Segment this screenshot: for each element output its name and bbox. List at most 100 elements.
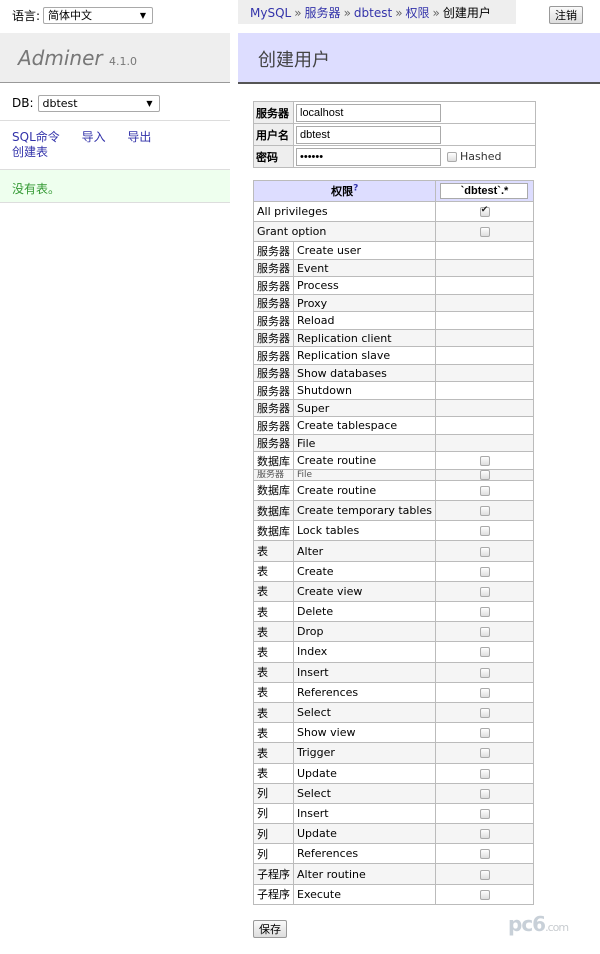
privilege-name: Super: [292, 398, 437, 418]
help-link[interactable]: ?: [353, 183, 358, 193]
breadcrumb-server[interactable]: 服务器: [305, 6, 341, 20]
privilege-row: 数据库 Create temporary tables: [253, 500, 534, 522]
privilege-checkbox[interactable]: [479, 788, 490, 799]
server-input[interactable]: localhost: [296, 103, 441, 122]
privilege-category: 子程序: [253, 883, 294, 905]
privilege-category: 表: [253, 600, 294, 623]
privilege-row: 表 Create: [253, 560, 534, 582]
privilege-category: 表: [253, 621, 294, 643]
privilege-row: 服务器 Replication client: [253, 328, 534, 348]
privilege-checkbox[interactable]: [479, 768, 490, 779]
privilege-category: 数据库: [253, 479, 294, 502]
app-logo[interactable]: Adminer 4.1.0: [18, 46, 137, 70]
language-select[interactable]: 简体中文 ▼: [43, 6, 154, 24]
privilege-category: 表: [253, 661, 294, 683]
privilege-category: 数据库: [253, 451, 294, 470]
privilege-checkbox[interactable]: [479, 506, 490, 517]
privilege-checkbox[interactable]: [479, 808, 490, 819]
privilege-checkbox[interactable]: [479, 205, 490, 218]
privilege-checkbox[interactable]: [479, 546, 490, 557]
watermark-domain: .com: [545, 921, 569, 934]
username-label: 用户名: [253, 123, 294, 146]
breadcrumb-privileges[interactable]: 权限: [406, 6, 430, 20]
privilege-name: Process: [292, 276, 437, 295]
privilege-checkbox[interactable]: [479, 748, 490, 759]
privilege-name: Create: [292, 560, 437, 582]
no-tables-message: 没有表。: [0, 169, 230, 203]
privilege-name: Create view: [292, 580, 437, 603]
privilege-checkbox[interactable]: [479, 566, 490, 577]
export-link[interactable]: 导出: [127, 130, 151, 144]
privilege-category: 数据库: [253, 500, 294, 522]
sql-command-link[interactable]: SQL命令: [12, 130, 60, 144]
logout-button[interactable]: 注销: [549, 6, 583, 24]
breadcrumb-mysql[interactable]: MySQL: [250, 6, 291, 20]
privilege-checkbox[interactable]: [479, 708, 490, 719]
privilege-category: 表: [253, 560, 294, 582]
hashed-checkbox[interactable]: [447, 151, 457, 162]
db-select[interactable]: dbtest ▼: [37, 94, 160, 112]
privilege-checkbox[interactable]: [479, 829, 490, 840]
privilege-checkbox[interactable]: [479, 627, 490, 638]
password-row: 密码 •••••• Hashed: [253, 145, 536, 168]
privilege-name: Show databases: [292, 363, 437, 383]
privilege-row: Grant option: [252, 221, 534, 243]
privilege-checkbox[interactable]: [479, 470, 490, 480]
db-bar: DB: dbtest ▼: [12, 94, 160, 112]
hashed-option[interactable]: Hashed: [447, 150, 501, 163]
server-label: 服务器: [253, 101, 294, 124]
privilege-name: Insert: [292, 802, 437, 825]
privilege-row: 表 Select: [253, 701, 534, 724]
privilege-row: 服务器 Super: [253, 398, 534, 418]
privilege-category: 列: [253, 843, 294, 865]
save-button[interactable]: 保存: [253, 920, 287, 938]
breadcrumb-db[interactable]: dbtest: [354, 6, 392, 20]
privilege-checkbox[interactable]: [479, 667, 490, 678]
privilege-category: 表: [253, 580, 294, 603]
breadcrumb: MySQL» 服务器» dbtest» 权限» 创建用户: [238, 0, 516, 24]
privilege-row: 服务器 File: [253, 468, 534, 481]
privilege-checkbox[interactable]: [479, 849, 490, 860]
privilege-checkbox[interactable]: [479, 227, 490, 238]
password-input[interactable]: ••••••: [296, 147, 441, 166]
language-label: 语言:: [12, 8, 41, 23]
privilege-checkbox[interactable]: [479, 485, 490, 496]
create-table-link[interactable]: 创建表: [12, 145, 48, 159]
privilege-checkbox[interactable]: [479, 586, 490, 597]
app-name: Adminer: [18, 46, 103, 70]
privilege-checkbox[interactable]: [479, 728, 490, 739]
privilege-row: 表 Update: [253, 762, 534, 784]
username-input[interactable]: dbtest: [296, 125, 441, 144]
privilege-checkbox[interactable]: [479, 526, 490, 537]
scope-input[interactable]: `dbtest`.*: [440, 183, 529, 199]
privilege-checkbox[interactable]: [479, 687, 490, 698]
privilege-row: 列 Update: [253, 823, 534, 845]
privilege-checkbox[interactable]: [479, 607, 490, 618]
privilege-checkbox[interactable]: [479, 869, 490, 880]
privilege-name: Replication client: [292, 328, 437, 348]
privilege-name: Select: [292, 701, 437, 724]
app-version: 4.1.0: [108, 55, 137, 68]
privilege-checkbox[interactable]: [479, 889, 490, 900]
privilege-category: 服务器: [253, 241, 294, 260]
privilege-category: 表: [253, 742, 294, 764]
privilege-name: Select: [292, 782, 437, 804]
privilege-name: Event: [292, 258, 437, 278]
server-row: 服务器 localhost: [253, 101, 536, 124]
privilege-checkbox[interactable]: [479, 456, 490, 467]
privilege-category: 服务器: [253, 433, 294, 453]
import-link[interactable]: 导入: [82, 130, 106, 144]
username-row: 用户名 dbtest: [253, 123, 536, 146]
privilege-category: 服务器: [253, 398, 294, 418]
privileges-header-row: 权限? `dbtest`.*: [252, 180, 534, 202]
privilege-category: 子程序: [253, 863, 294, 885]
privilege-category: 列: [253, 823, 294, 845]
watermark-logo: pc6.com: [508, 912, 569, 936]
privilege-category: 表: [253, 540, 294, 562]
breadcrumb-separator: »: [432, 6, 440, 20]
privilege-name: Update: [292, 762, 437, 784]
privilege-name: Proxy: [292, 293, 437, 313]
dropdown-arrow-icon: ▼: [146, 98, 153, 108]
password-label: 密码: [253, 145, 294, 168]
privilege-checkbox[interactable]: [479, 647, 490, 658]
